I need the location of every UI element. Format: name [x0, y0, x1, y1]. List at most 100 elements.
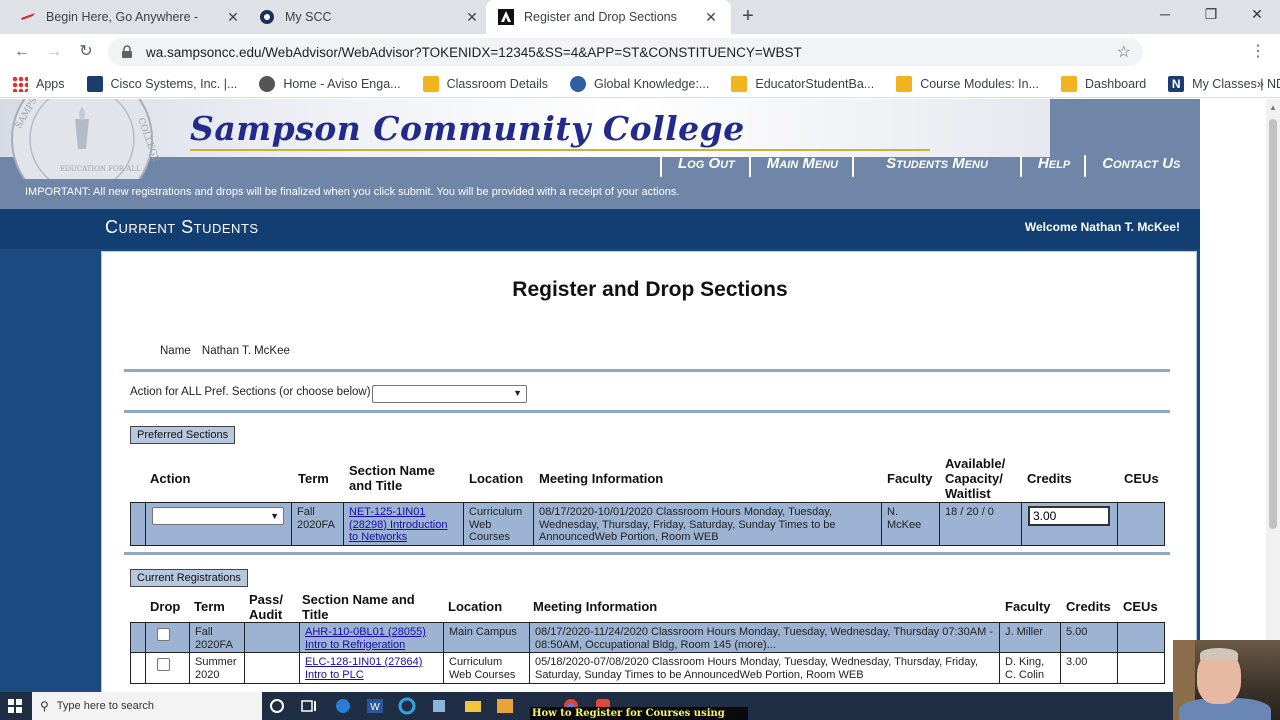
url-omnibox[interactable]: wa.sampsoncc.edu/WebAdvisor/WebAdvisor?T… — [108, 38, 1143, 66]
name-label: Name — [160, 345, 191, 357]
site-banner: SAMPSON COLLEGE EDUCATION FOR ALL Sampso… — [0, 99, 1200, 209]
section-link[interactable]: AHR-110-0BL01 (28055) Intro to Refrigera… — [305, 626, 426, 651]
tool-icon[interactable] — [430, 697, 448, 715]
task-view-icon[interactable] — [300, 697, 318, 715]
close-icon[interactable]: ✕ — [464, 9, 480, 26]
current-registrations-button[interactable]: Current Registrations — [130, 569, 248, 587]
folder-app-icon[interactable] — [496, 697, 514, 715]
divider — [124, 552, 1170, 555]
drop-cell — [145, 653, 189, 683]
bookmarks-overflow-icon[interactable]: » — [1257, 76, 1264, 91]
scrollbar-thumb[interactable] — [1269, 119, 1277, 529]
box-icon — [1061, 75, 1078, 92]
preferred-sections-button[interactable]: Preferred Sections — [130, 426, 236, 444]
ie-icon[interactable] — [398, 697, 416, 715]
section-link[interactable]: ELC-128-1IN01 (27864) Intro to PLC — [305, 656, 422, 681]
windows-start-icon[interactable] — [8, 699, 22, 713]
bookmark-star-icon[interactable]: ☆ — [1117, 42, 1131, 62]
menu-kebab-icon[interactable]: ⋮ — [1248, 42, 1268, 62]
term-cell: Summer 2020 — [189, 653, 244, 683]
word-icon[interactable]: W — [366, 697, 384, 715]
svg-text:W: W — [370, 702, 380, 713]
pass-audit-cell — [244, 653, 299, 683]
section-title-bar: Current Students Welcome Nathan T. McKee… — [0, 209, 1200, 249]
bookmark-label: Dashboard — [1085, 76, 1147, 91]
avail-cell: 18 / 20 / 0 — [939, 503, 1021, 545]
new-tab-button[interactable]: + — [738, 6, 758, 26]
faculty-cell: D. King, C. Colin — [999, 653, 1060, 683]
page-scrollbar[interactable]: ▲ ▼ — [1266, 99, 1280, 692]
restore-button[interactable]: ❐ — [1200, 6, 1222, 23]
important-notice: IMPORTANT: All new registrations and dro… — [25, 186, 680, 198]
tab-begin-here[interactable]: Begin Here, Go Anywhere - ✕ — [8, 0, 253, 34]
nav-main-menu[interactable]: Main Menu — [748, 155, 852, 177]
col-meeting: Meeting Information — [533, 599, 658, 614]
box-icon — [731, 75, 748, 92]
back-arrow-icon[interactable]: ← — [12, 42, 32, 62]
gk-logo-icon — [570, 75, 586, 92]
taskbar-search[interactable]: ⚲ Type here to search — [32, 692, 262, 720]
tab-my-scc[interactable]: My SCC ✕ — [247, 0, 492, 34]
scroll-up-icon[interactable]: ▲ — [1269, 103, 1277, 112]
page-right-margin — [1200, 99, 1266, 692]
section-action-select[interactable]: ▼ — [152, 507, 284, 525]
bookmark-aviso[interactable]: Home - Aviso Enga... — [259, 75, 401, 92]
col-available: Available/ Capacity/ Waitlist — [945, 456, 1006, 501]
bookmark-label: My Classes | NDG... — [1192, 76, 1280, 91]
section-link[interactable]: NET-125-1IN01 (28298) Introduction to Ne… — [349, 506, 447, 543]
forward-arrow-icon[interactable]: → — [44, 42, 64, 62]
drop-checkbox[interactable] — [157, 628, 170, 641]
ceus-cell — [1117, 503, 1164, 545]
col-term: Term — [194, 599, 225, 614]
minimize-button[interactable]: ─ — [1154, 6, 1176, 22]
term-cell: Fall 2020FA — [189, 623, 244, 652]
bookmark-educator[interactable]: EducatorStudentBa... — [731, 75, 874, 92]
bookmark-label: Home - Aviso Enga... — [283, 76, 401, 91]
nav-students-menu[interactable]: Students Menu — [852, 155, 1020, 177]
name-value: Nathan T. McKee — [201, 345, 290, 357]
nav-contact-us[interactable]: Contact Us — [1084, 155, 1194, 177]
ceus-cell — [1117, 623, 1164, 652]
bookmark-apps[interactable]: Apps — [12, 75, 65, 92]
col-meeting: Meeting Information — [539, 471, 664, 486]
gold-divider — [190, 149, 930, 151]
chevron-down-icon: ▼ — [270, 511, 279, 521]
nav-log-out[interactable]: Log Out — [660, 155, 749, 177]
tab-register-drop[interactable]: Register and Drop Sections ✕ — [486, 0, 731, 34]
credits-input[interactable] — [1028, 506, 1110, 526]
close-icon[interactable]: ✕ — [703, 9, 719, 26]
edge-icon[interactable] — [334, 697, 352, 715]
nav-help[interactable]: Help — [1019, 155, 1084, 177]
reload-icon[interactable]: ↻ — [76, 42, 96, 62]
location-cell: Curriculum Web Courses — [443, 653, 529, 683]
table-row: Fall 2020FA AHR-110-0BL01 (28055) Intro … — [130, 622, 1165, 653]
col-drop: Drop — [150, 599, 181, 614]
drop-checkbox[interactable] — [157, 658, 170, 671]
browser-tab-strip: Begin Here, Go Anywhere - ✕ My SCC ✕ Reg… — [0, 0, 1280, 34]
section-cell: AHR-110-0BL01 (28055) Intro to Refrigera… — [299, 623, 443, 652]
url-text: wa.sampsoncc.edu/WebAdvisor/WebAdvisor?T… — [146, 44, 802, 60]
bookmark-dashboard[interactable]: Dashboard — [1061, 75, 1147, 92]
bookmark-label: Global Knowledge:... — [594, 76, 710, 91]
col-term: Term — [298, 471, 329, 486]
chevron-down-icon: ▼ — [513, 388, 522, 398]
action-cell: ▼ — [145, 503, 291, 545]
bookmark-cisco[interactable]: Cisco Systems, Inc. |... — [86, 75, 238, 92]
col-faculty: Faculty — [1005, 599, 1051, 614]
bookmark-global-knowledge[interactable]: Global Knowledge:... — [570, 75, 710, 92]
presenter-webcam-overlay — [1173, 640, 1280, 720]
close-icon[interactable]: ✕ — [225, 9, 241, 26]
col-ceus: CEUs — [1124, 471, 1159, 486]
file-explorer-icon[interactable] — [464, 697, 482, 715]
section-cell: ELC-128-1IN01 (27864) Intro to PLC — [299, 653, 443, 683]
bookmark-classroom[interactable]: Classroom Details — [422, 75, 548, 92]
col-credits: Credits — [1066, 599, 1111, 614]
bookmark-label: Cisco Systems, Inc. |... — [110, 76, 238, 91]
credits-cell: 3.00 — [1060, 653, 1117, 683]
cortana-icon[interactable] — [268, 697, 286, 715]
window-close-button[interactable]: ✕ — [1246, 6, 1268, 23]
bookmark-course-modules[interactable]: Course Modules: In... — [896, 75, 1039, 92]
credits-cell: 5.00 — [1060, 623, 1117, 652]
action-all-select[interactable]: ▼ — [372, 385, 527, 403]
col-credits: Credits — [1027, 471, 1072, 486]
